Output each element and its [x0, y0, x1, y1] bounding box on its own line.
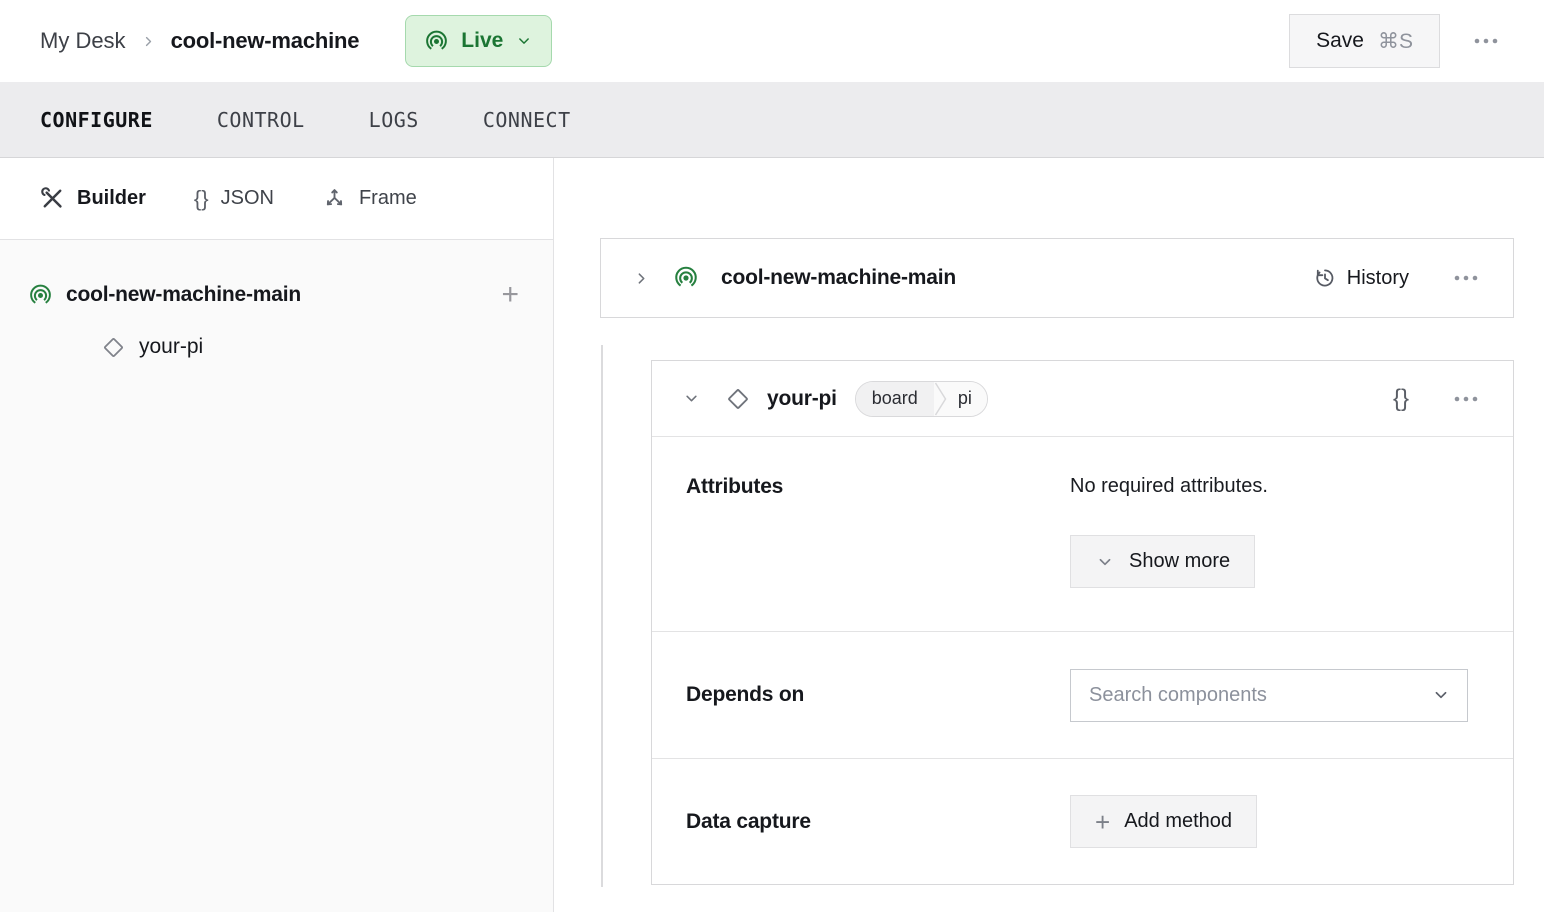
badge-separator-icon: [933, 381, 947, 416]
component-type-badge: board pi: [854, 380, 988, 417]
machine-tree: cool-new-machine-main + your-pi: [0, 240, 553, 912]
ellipsis-icon: [1470, 29, 1502, 53]
tree-item-machine[interactable]: cool-new-machine-main +: [0, 268, 553, 322]
component-header-actions: {}: [1393, 381, 1483, 417]
tab-control[interactable]: CONTROL: [217, 108, 305, 132]
frame-label: Frame: [358, 187, 417, 209]
component-card-menu-button[interactable]: [1449, 381, 1483, 417]
breadcrumb-separator-icon: [140, 33, 157, 50]
depends-on-label: Depends on: [686, 683, 805, 706]
save-label: Save: [1316, 29, 1364, 52]
machine-name: cool-new-machine: [170, 28, 360, 53]
data-capture-label: Data capture: [686, 809, 811, 833]
add-method-button[interactable]: + Add method: [1070, 795, 1258, 848]
edit-json-button[interactable]: {}: [1393, 385, 1409, 413]
component-model: pi: [946, 381, 987, 416]
tree-machine-label: cool-new-machine-main: [66, 283, 302, 306]
save-button[interactable]: Save ⌘S: [1289, 14, 1440, 68]
plus-icon: +: [1095, 806, 1111, 837]
add-method-label: Add method: [1124, 810, 1233, 832]
component-card: your-pi board pi {} Attributes No requir…: [651, 360, 1514, 885]
tab-connect[interactable]: CONNECT: [483, 108, 571, 132]
chevron-down-icon: [682, 389, 701, 408]
history-icon: [1313, 266, 1337, 290]
breadcrumb-parent-link[interactable]: My Desk: [40, 28, 126, 54]
config-view-switcher: Builder {} JSON Frame: [0, 158, 553, 240]
machine-part-card: cool-new-machine-main History: [600, 238, 1514, 318]
history-label: History: [1346, 266, 1409, 289]
view-tab-builder[interactable]: Builder: [40, 186, 146, 211]
attributes-content: No required attributes. Show more: [1070, 475, 1479, 631]
config-sidebar: Builder {} JSON Frame cool-new-machine-m…: [0, 158, 554, 912]
live-status-label: Live: [461, 29, 504, 52]
chevron-down-icon: [1431, 685, 1451, 705]
json-label: JSON: [220, 187, 274, 209]
save-shortcut: ⌘S: [1377, 29, 1413, 53]
chevron-down-icon: [1095, 552, 1115, 572]
component-card-header: your-pi board pi {}: [652, 361, 1513, 437]
show-more-label: Show more: [1129, 550, 1231, 572]
tree-component-label: your-pi: [139, 335, 204, 358]
add-component-button[interactable]: +: [501, 280, 519, 310]
frame-axes-icon: [322, 186, 347, 211]
live-status-dropdown[interactable]: Live: [405, 15, 553, 67]
machine-part-title: cool-new-machine-main: [721, 266, 957, 289]
broadcast-icon: [673, 265, 699, 291]
search-components-input[interactable]: [1089, 683, 1431, 707]
main-nav-tabs: CONFIGURE CONTROL LOGS CONNECT: [0, 82, 1544, 158]
view-tab-json[interactable]: {} JSON: [194, 186, 274, 212]
app-root: My Desk cool-new-machine Live Save ⌘S CO…: [0, 0, 1544, 912]
collapse-component-chevron[interactable]: [682, 389, 701, 408]
chevron-right-icon: [632, 269, 651, 288]
show-more-button[interactable]: Show more: [1070, 535, 1256, 588]
topbar-actions: Save ⌘S: [1289, 14, 1504, 68]
content-area: Builder {} JSON Frame cool-new-machine-m…: [0, 158, 1544, 912]
broadcast-icon: [28, 283, 53, 308]
chevron-down-icon: [515, 32, 533, 50]
history-button[interactable]: History: [1313, 266, 1409, 290]
depends-on-select[interactable]: [1070, 668, 1468, 722]
machine-card-menu-button[interactable]: [1449, 260, 1483, 296]
attributes-section: Attributes No required attributes. Show …: [652, 437, 1513, 631]
view-tab-frame[interactable]: Frame: [322, 186, 417, 211]
topbar-overflow-menu-button[interactable]: [1468, 23, 1504, 59]
diamond-icon: [725, 386, 751, 412]
attributes-empty-text: No required attributes.: [1070, 475, 1268, 497]
diamond-icon: [101, 335, 126, 360]
data-capture-section: Data capture + Add method: [652, 758, 1513, 884]
tab-logs[interactable]: LOGS: [369, 108, 419, 132]
tools-icon: [40, 186, 65, 211]
component-title: your-pi: [767, 386, 837, 410]
breadcrumb: My Desk cool-new-machine: [40, 28, 359, 54]
tree-item-component[interactable]: your-pi: [0, 322, 553, 372]
tab-configure[interactable]: CONFIGURE: [40, 108, 153, 132]
top-bar: My Desk cool-new-machine Live Save ⌘S: [0, 0, 1544, 82]
ellipsis-icon: [1451, 266, 1481, 290]
config-main-panel: cool-new-machine-main History your-pi bo…: [554, 158, 1544, 912]
attributes-label: Attributes: [686, 475, 784, 498]
component-type: board: [855, 381, 934, 416]
braces-icon: {}: [193, 185, 209, 211]
ellipsis-icon: [1451, 387, 1481, 411]
builder-label: Builder: [77, 187, 146, 209]
broadcast-icon: [424, 29, 449, 54]
depends-on-section: Depends on: [652, 631, 1513, 758]
expand-machine-chevron[interactable]: [632, 269, 651, 288]
tree-connector-line: [601, 345, 603, 887]
